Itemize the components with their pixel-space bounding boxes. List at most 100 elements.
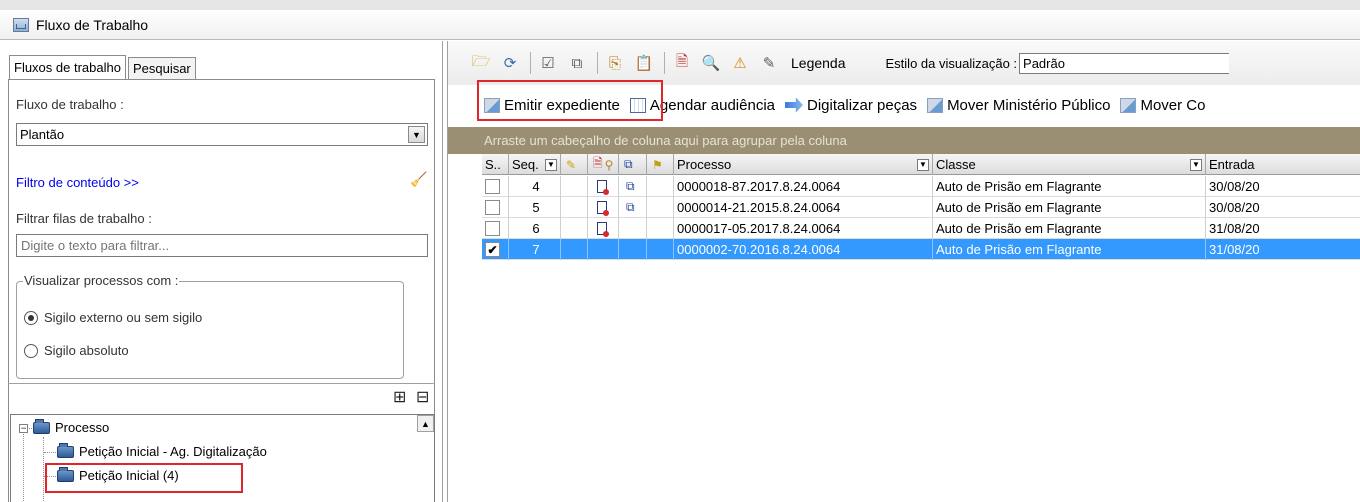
header-seq[interactable]: Seq. ▼ [509, 154, 561, 175]
gear-icon [927, 97, 944, 113]
linked-process-icon[interactable]: ⧉ [626, 200, 635, 215]
row-select-cell[interactable] [482, 176, 509, 197]
seq-cell: 4 [509, 176, 561, 197]
collapse-tree-icon[interactable]: ⊟ [416, 387, 429, 407]
header-doc-icon[interactable]: 🗎 ⚲ [588, 154, 619, 175]
header-link-icon[interactable]: ⧉ [619, 154, 647, 175]
group-by-bar[interactable]: Arraste um cabeçalho de coluna aqui para… [448, 127, 1360, 154]
row-select-cell[interactable] [482, 218, 509, 239]
tree-line [43, 437, 44, 502]
row-checkbox[interactable] [485, 200, 500, 215]
chevron-down-icon[interactable]: ▼ [408, 126, 425, 143]
radio-sigilo-externo-label: Sigilo externo ou sem sigilo [44, 310, 203, 325]
table-row[interactable]: 5 ⧉ 0000014-21.2015.8.24.0064 Auto de Prisã… [482, 197, 1360, 218]
row-select-cell[interactable]: ✔ [482, 239, 509, 260]
header-classe-label: Classe [936, 157, 976, 172]
search-document-icon[interactable]: 🔍 [700, 53, 722, 73]
table-row[interactable]: 4 ⧉ 0000018-87.2017.8.24.0064 Auto de Prisã… [482, 176, 1360, 197]
doc-cell [588, 197, 619, 218]
copy-icon[interactable]: ⎘ [604, 53, 626, 73]
document-icon[interactable] [597, 222, 609, 237]
chevron-down-icon[interactable]: ▼ [545, 158, 557, 171]
note-icon[interactable]: ✎ [561, 154, 588, 175]
radio-checked-icon[interactable] [24, 310, 38, 325]
style-label: Estilo da visualização : [885, 55, 1018, 71]
chevron-down-icon[interactable]: ▼ [1190, 158, 1202, 171]
workflow-select[interactable]: Plantão ▼ [16, 123, 428, 146]
row-checkbox[interactable] [485, 179, 500, 194]
workflow-label: Fluxo de trabalho : [16, 97, 124, 112]
tree-item-processo[interactable]: Processo [33, 418, 109, 435]
content-filter-link[interactable]: Filtro de conteúdo >> [16, 175, 139, 190]
radio-sigilo-externo[interactable]: Sigilo externo ou sem sigilo [24, 310, 202, 325]
filter-queues-input[interactable] [16, 234, 428, 257]
document-icon[interactable] [597, 201, 609, 216]
document-icon[interactable] [597, 180, 609, 195]
header-entrada[interactable]: Entrada [1206, 154, 1360, 175]
digitalizar-pecas-button[interactable]: Digitalizar peças [785, 97, 917, 114]
left-panel: Fluxos de trabalho Pesquisar Fluxo de tr… [0, 41, 443, 502]
table-row[interactable]: ✔ 7 0000002-70.2016.8.24.0064 Auto de Prisã… [482, 239, 1360, 260]
processo-cell[interactable]: 0000018-87.2017.8.24.0064 [674, 176, 933, 197]
window-icon[interactable]: ⧉ [566, 53, 588, 73]
tab-pesquisar[interactable]: Pesquisar [127, 57, 196, 79]
folder-icon [57, 442, 74, 458]
classe-cell: Auto de Prisão em Flagrante [933, 197, 1206, 218]
classe-cell: Auto de Prisão em Flagrante [933, 176, 1206, 197]
radio-unchecked-icon[interactable] [24, 343, 38, 358]
refresh-icon[interactable]: ⟳ [499, 53, 521, 73]
alert-cell [647, 218, 674, 239]
clear-filter-icon[interactable]: 🧹 [410, 171, 427, 188]
filter-queues-label: Filtrar filas de trabalho : [16, 211, 152, 226]
tree-separator [8, 383, 435, 384]
note-cell [561, 218, 588, 239]
document-icon[interactable]: 🗎 [671, 53, 693, 73]
main-toolbar: 🗁 ⟳ ☑ ⧉ ⎘ 📋 🗎 🔍 ⚠ ✎ Legenda Estilo da vi… [448, 41, 1360, 85]
window-title: Fluxo de Trabalho [36, 16, 149, 33]
edit-icon[interactable]: ✎ [758, 53, 780, 73]
header-s[interactable]: S.. [482, 154, 509, 175]
header-alert-icon[interactable]: ⚑ [647, 154, 674, 175]
row-checkbox[interactable]: ✔ [485, 242, 500, 257]
seq-cell: 7 [509, 239, 561, 260]
open-folder-icon[interactable]: 🗁 [470, 53, 492, 73]
row-select-cell[interactable] [482, 197, 509, 218]
legend-button[interactable]: Legenda [791, 55, 846, 71]
mover-ministerio-publico-button[interactable]: Mover Ministério Público [927, 97, 1110, 114]
note-cell [561, 239, 588, 260]
entrada-cell: 30/08/20 [1206, 176, 1360, 197]
grid-header: S.. Seq. ▼ ✎ 🗎 ⚲ ⧉ ⚑ Processo ▼ Classe ▼ … [482, 154, 1360, 175]
doc-cell [588, 239, 619, 260]
header-processo[interactable]: Processo ▼ [674, 154, 933, 175]
group-by-hint: Arraste um cabeçalho de coluna aqui para… [484, 133, 847, 148]
style-select[interactable]: Padrão [1019, 52, 1230, 74]
process-grid: S.. Seq. ▼ ✎ 🗎 ⚲ ⧉ ⚑ Processo ▼ Classe ▼ … [482, 154, 1360, 502]
expand-tree-icon[interactable]: ⊞ [393, 387, 406, 407]
mover-ministerio-publico-label: Mover Ministério Público [947, 96, 1111, 114]
tree-item-peticao-digitalizacao[interactable]: Petição Inicial - Ag. Digitalização [57, 442, 267, 459]
linked-process-icon[interactable]: ⧉ [626, 179, 635, 194]
processo-cell[interactable]: 0000014-21.2015.8.24.0064 [674, 197, 933, 218]
tab-fluxos[interactable]: Fluxos de trabalho [9, 55, 126, 79]
warning-icon[interactable]: ⚠ [729, 53, 751, 73]
processo-cell[interactable]: 0000017-05.2017.8.24.0064 [674, 218, 933, 239]
tree-line [23, 434, 24, 502]
title-bar: Fluxo de Trabalho [0, 0, 1360, 40]
tree-line [24, 428, 32, 429]
digitalizar-pecas-label: Digitalizar peças [807, 96, 918, 114]
header-processo-label: Processo [677, 157, 732, 172]
header-classe[interactable]: Classe ▼ [933, 154, 1206, 175]
row-checkbox[interactable] [485, 221, 500, 236]
doc-cell [588, 176, 619, 197]
scroll-up-button[interactable]: ▲ [417, 415, 434, 432]
toolbar-separator [664, 52, 665, 74]
mover-co-button[interactable]: Mover Co [1120, 97, 1205, 114]
radio-sigilo-absoluto[interactable]: Sigilo absoluto [24, 343, 129, 358]
chevron-down-icon[interactable]: ▼ [917, 158, 929, 171]
alert-cell [647, 197, 674, 218]
table-row[interactable]: 6 0000017-05.2017.8.24.0064 Auto de Prisão… [482, 218, 1360, 239]
check-all-icon[interactable]: ☑ [537, 53, 559, 73]
classe-cell: Auto de Prisão em Flagrante [933, 218, 1206, 239]
paste-icon[interactable]: 📋 [633, 53, 655, 73]
processo-cell[interactable]: 0000002-70.2016.8.24.0064 [674, 239, 933, 260]
